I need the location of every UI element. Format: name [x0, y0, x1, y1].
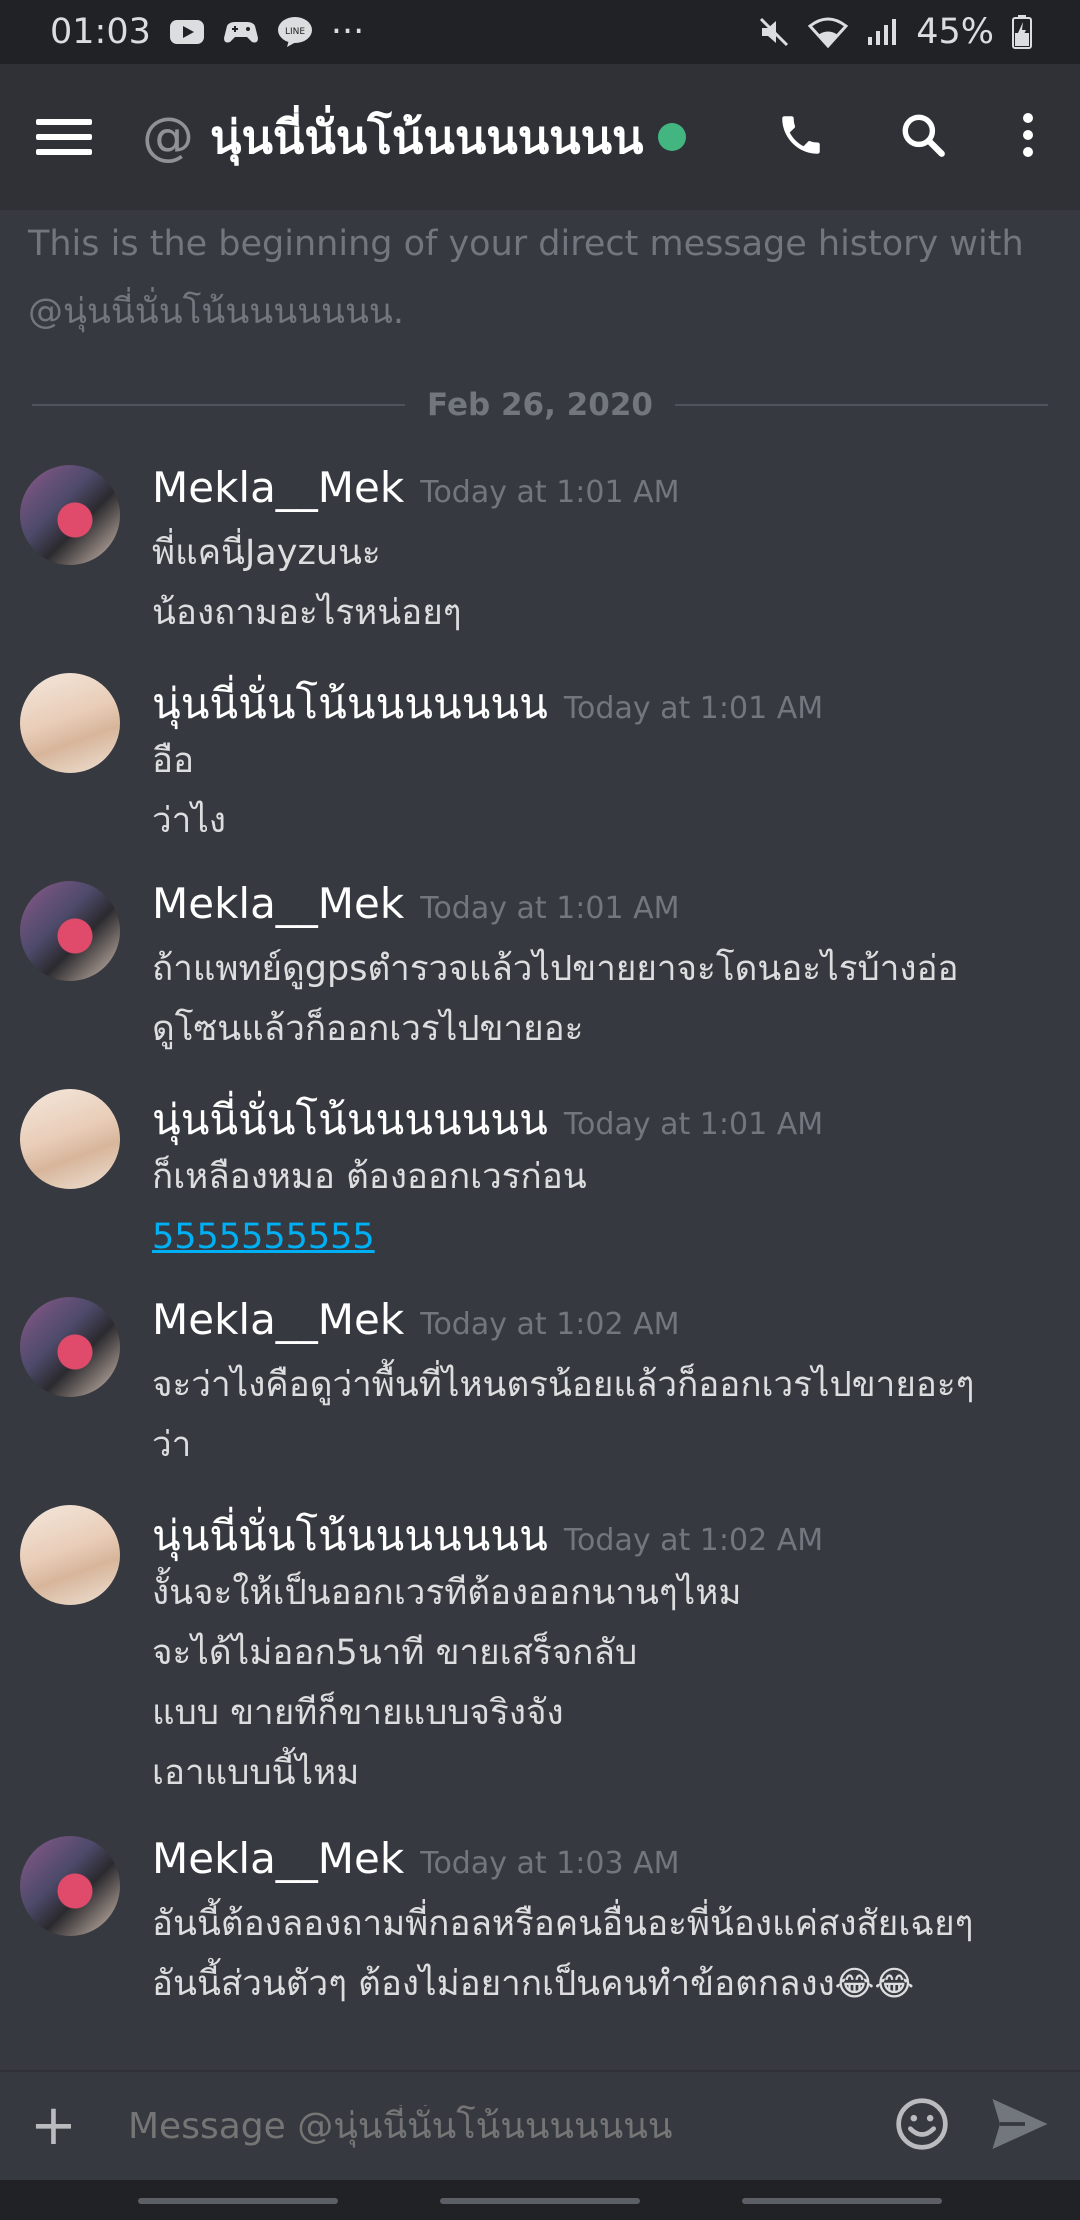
message-author[interactable]: Mekla__Mek [152, 879, 404, 928]
wifi-icon [808, 16, 849, 48]
phone-icon[interactable] [776, 110, 826, 164]
message-text: พี่แคนี่Jayzuนะ [152, 533, 381, 573]
message-text: จะว่าไงคือดูว่าพื้นที่ไหนตรน้อยแล้วก็ออก… [152, 1365, 975, 1405]
chat-header: @ นุ่นนี่นั่นโน้นนนนนนน [0, 64, 1080, 210]
send-icon[interactable] [990, 2096, 1050, 2156]
message-text: อันนี้ส่วนตัวๆ ต้องไม่อยากเป็นคนทำข้อตกล… [152, 1964, 835, 2004]
message-author[interactable]: นุ่นนี่นั่นโน้นนนนนนน [152, 1503, 548, 1569]
message-group[interactable]: นุ่นนี่นั่นโน้นนนนนนน Today at 1:02 AM ง… [0, 1495, 1080, 1815]
at-icon: @ [142, 107, 194, 167]
avatar[interactable] [20, 1836, 120, 1936]
message-group[interactable]: Mekla__Mek Today at 1:02 AM จะว่าไงคือดู… [0, 1287, 1080, 1477]
more-options-icon[interactable] [1020, 110, 1036, 164]
message-list[interactable]: This is the beginning of your direct mes… [0, 210, 1080, 2070]
message-link[interactable]: 5555555555 [152, 1217, 375, 1257]
message-author[interactable]: นุ่นนี่นั่นโน้นนนนนนน [152, 671, 548, 737]
message-text: ว่าไง [152, 801, 226, 841]
message-author[interactable]: นุ่นนี่นั่นโน้นนนนนนน [152, 1087, 548, 1153]
message-group[interactable]: นุ่นนี่นั่นโน้นนนนนนน Today at 1:01 AM อ… [0, 663, 1080, 853]
dm-intro-text: This is the beginning of your direct mes… [0, 210, 1080, 346]
message-text: อือ [152, 741, 195, 781]
online-status-icon [657, 123, 686, 151]
message-text: น้องถามอะไรหน่อยๆ [152, 593, 462, 633]
message-group[interactable]: นุ่นนี่นั่นโน้นนนนนนน Today at 1:01 AM ก… [0, 1079, 1080, 1269]
message-text: เอาแบบนี้ไหม [152, 1753, 360, 1793]
emoji-picker-icon[interactable] [894, 2096, 950, 2156]
message-text: ว่า [152, 1425, 192, 1465]
laughing-emoji-icon: 😂😂 [834, 1964, 915, 2004]
avatar[interactable] [20, 1089, 120, 1189]
avatar[interactable] [20, 1505, 120, 1605]
more-notifications-icon: ··· [330, 12, 365, 52]
gamepad-icon [223, 18, 259, 46]
message-text: ก็เหลืองหมอ ต้องออกเวรก่อน [152, 1157, 587, 1197]
message-author[interactable]: Mekla__Mek [152, 463, 404, 512]
signal-icon [866, 17, 898, 47]
message-composer: + [0, 2070, 1080, 2180]
mute-icon [758, 16, 790, 48]
date-divider-label: Feb 26, 2020 [427, 387, 653, 423]
avatar[interactable] [20, 881, 120, 981]
channel-title: นุ่นนี่นั่นโน้นนนนนนน [210, 109, 644, 164]
line-app-icon: LINE [277, 16, 313, 48]
message-timestamp: Today at 1:01 AM [563, 691, 824, 726]
message-text: จะได้ไม่ออก5นาที ขายเสร็จกลับ [152, 1633, 638, 1673]
youtube-icon [169, 19, 205, 45]
message-text: ดูโซนแล้วก็ออกเวรไปขายอะ [152, 1009, 584, 1049]
dm-intro-line: @นุ่นนี่นั่นโน้นนนนนนน. [28, 292, 404, 332]
message-timestamp: Today at 1:01 AM [563, 1107, 824, 1142]
message-timestamp: Today at 1:03 AM [420, 1846, 680, 1881]
message-input[interactable] [126, 2104, 894, 2148]
message-text: งั้นจะให้เป็นออกเวรทีต้องออกนานๆไหม [152, 1573, 742, 1613]
message-author[interactable]: Mekla__Mek [152, 1295, 404, 1344]
message-timestamp: Today at 1:01 AM [420, 891, 680, 926]
message-text: ถ้าแพทย์ดูgpsตำรวจแล้วไปขายยาจะโดนอะไรบ้… [152, 949, 959, 989]
add-attachment-icon[interactable]: + [30, 2098, 80, 2154]
avatar[interactable] [20, 1297, 120, 1397]
dm-intro-line: This is the beginning of your direct mes… [28, 224, 1024, 264]
nav-recents-handle[interactable] [138, 2198, 338, 2204]
message-timestamp: Today at 1:02 AM [420, 1307, 680, 1342]
message-text: แบบ ขายทีก็ขายแบบจริงจัง [152, 1693, 564, 1733]
nav-home-handle[interactable] [440, 2198, 640, 2204]
avatar[interactable] [20, 673, 120, 773]
nav-back-handle[interactable] [742, 2198, 942, 2204]
menu-icon[interactable] [36, 109, 92, 165]
message-author[interactable]: Mekla__Mek [152, 1834, 404, 1883]
message-group[interactable]: Mekla__Mek Today at 1:03 AM อันนี้ต้องลอ… [0, 1826, 1080, 2026]
status-time: 01:03 [50, 12, 151, 52]
search-icon[interactable] [898, 110, 948, 164]
avatar[interactable] [20, 465, 120, 565]
message-text: อันนี้ต้องลองถามพี่กอลหรือคนอื่นอะพี่น้อ… [152, 1904, 974, 1944]
message-timestamp: Today at 1:01 AM [420, 475, 680, 510]
svg-text:LINE: LINE [285, 27, 305, 37]
message-timestamp: Today at 1:02 AM [563, 1523, 824, 1558]
battery-percent: 45% [916, 12, 994, 52]
channel-title-area[interactable]: @ นุ่นนี่นั่นโน้นนนนนนน [142, 101, 776, 174]
status-bar: 01:03 LINE ··· 45% [0, 0, 1080, 64]
system-nav-bar [0, 2180, 1080, 2220]
date-divider: Feb 26, 2020 [32, 370, 1049, 440]
battery-icon [1012, 15, 1032, 49]
message-group[interactable]: Mekla__Mek Today at 1:01 AM ถ้าแพทย์ดูgp… [0, 871, 1080, 1061]
message-group[interactable]: Mekla__Mek Today at 1:01 AM พี่แคนี่Jayz… [0, 455, 1080, 645]
